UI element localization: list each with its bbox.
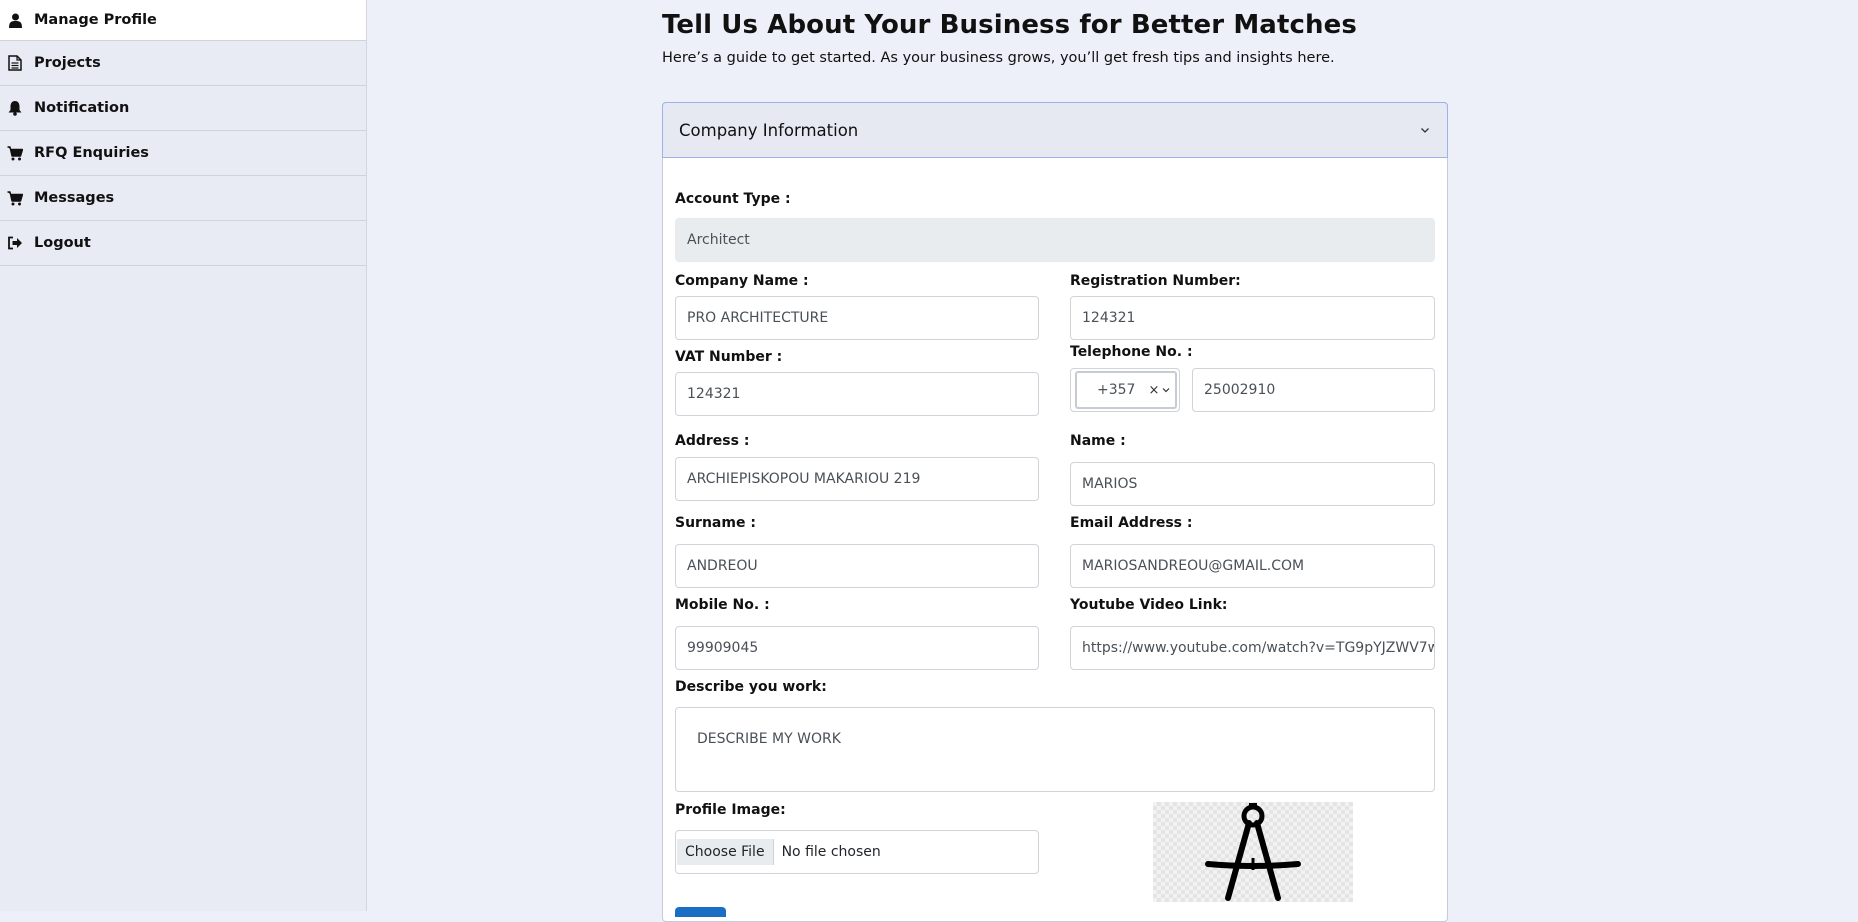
main-content: Tell Us About Your Business for Better M… (662, 0, 1448, 922)
registration-number-input[interactable]: 124321 (1070, 296, 1435, 340)
name-label: Name : (1070, 433, 1126, 449)
youtube-link-input[interactable]: https://www.youtube.com/watch?v=TG9pYJZW… (1070, 626, 1435, 670)
page-title: Tell Us About Your Business for Better M… (662, 10, 1357, 40)
sidebar-item-messages[interactable]: Messages (0, 176, 366, 221)
profile-image-file-input[interactable]: Choose File No file chosen (675, 830, 1039, 874)
sidebar-item-manage-profile[interactable]: Manage Profile (0, 0, 366, 41)
chevron-down-icon[interactable] (1419, 124, 1431, 136)
address-label: Address : (675, 433, 750, 449)
document-icon (6, 54, 24, 72)
email-label: Email Address : (1070, 515, 1193, 531)
sidebar-item-label: Logout (34, 235, 91, 251)
vat-number-input[interactable]: 124321 (675, 372, 1039, 416)
sidebar-item-rfq-enquiries[interactable]: RFQ Enquiries (0, 131, 366, 176)
sidebar-item-label: RFQ Enquiries (34, 145, 149, 161)
bell-icon (6, 99, 24, 117)
choose-file-button[interactable]: Choose File (677, 839, 774, 865)
sidebar-item-label: Manage Profile (34, 12, 157, 28)
surname-label: Surname : (675, 515, 756, 531)
sidebar-item-label: Projects (34, 55, 101, 71)
page-subtitle: Here’s a guide to get started. As your b… (662, 50, 1335, 66)
clear-icon[interactable]: × (1148, 383, 1159, 398)
telephone-label: Telephone No. : (1070, 344, 1193, 360)
telephone-input[interactable]: 25002910 (1192, 368, 1435, 412)
describe-work-textarea[interactable]: DESCRIBE MY WORK (675, 707, 1435, 792)
sidebar-item-notification[interactable]: Notification (0, 86, 366, 131)
describe-work-label: Describe you work: (675, 679, 827, 695)
address-input[interactable]: ARCHIEPISKOPOU MAKARIOU 219 (675, 457, 1039, 501)
name-input[interactable]: MARIOS (1070, 462, 1435, 506)
logout-icon (6, 234, 24, 252)
profile-image-label: Profile Image: (675, 802, 786, 818)
surname-input[interactable]: ANDREOU (675, 544, 1039, 588)
file-status: No file chosen (781, 844, 881, 860)
country-code-inner: +357 × (1075, 371, 1177, 409)
company-name-label: Company Name : (675, 273, 809, 289)
registration-number-label: Registration Number: (1070, 273, 1241, 289)
profile-image-preview (1153, 802, 1353, 902)
account-type-field[interactable]: Architect (675, 218, 1435, 262)
compass-icon (1205, 803, 1301, 901)
mobile-label: Mobile No. : (675, 597, 770, 613)
country-code-select[interactable]: +357 × (1070, 368, 1180, 412)
youtube-label: Youtube Video Link: (1070, 597, 1228, 613)
sidebar-item-label: Messages (34, 190, 115, 206)
company-name-input[interactable]: PRO ARCHITECTURE (675, 296, 1039, 340)
chevron-down-icon[interactable] (1161, 385, 1171, 395)
sidebar-item-logout[interactable]: Logout (0, 221, 366, 266)
company-info-accordion-header[interactable]: Company Information (662, 102, 1448, 158)
user-icon (6, 11, 24, 29)
sidebar-item-label: Notification (34, 100, 130, 116)
sidebar-item-projects[interactable]: Projects (0, 41, 366, 86)
cart-icon (6, 189, 24, 207)
company-info-card: Company Information Account Type : Archi… (662, 102, 1448, 922)
section-title: Company Information (679, 120, 859, 140)
country-code-value: +357 (1097, 382, 1136, 398)
mobile-input[interactable]: 99909045 (675, 626, 1039, 670)
account-type-label: Account Type : (675, 191, 791, 207)
cart-icon (6, 144, 24, 162)
email-input[interactable]: MARIOSANDREOU@GMAIL.COM (1070, 544, 1435, 588)
vat-number-label: VAT Number : (675, 349, 783, 365)
save-button[interactable] (675, 907, 726, 917)
sidebar: Manage Profile Projects Notification RFQ… (0, 0, 367, 911)
